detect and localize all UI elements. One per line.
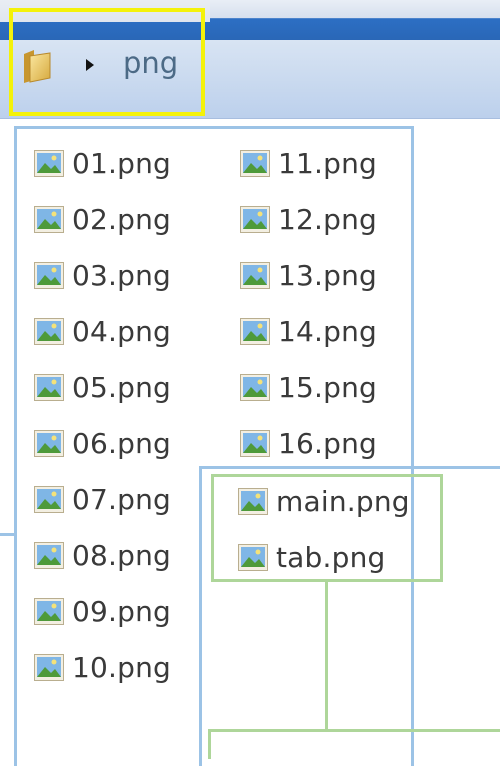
annotation-connector-green	[325, 582, 328, 730]
folder-icon	[24, 50, 51, 83]
chevron-right-icon[interactable]	[86, 59, 94, 71]
annotation-frame-green	[211, 474, 443, 582]
breadcrumb-current-folder[interactable]: png	[123, 46, 178, 80]
annotation-frame-green-bottom	[208, 729, 500, 759]
annotation-connector-blue	[0, 533, 14, 536]
